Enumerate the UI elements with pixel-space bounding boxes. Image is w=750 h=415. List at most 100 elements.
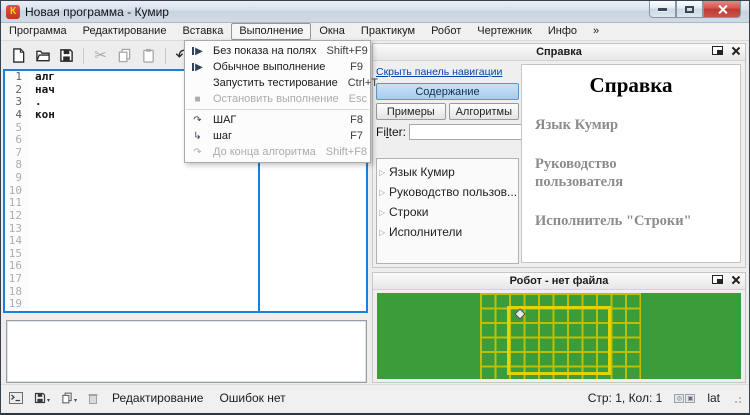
tree-item-4[interactable]: ▷Исполнители — [377, 222, 518, 242]
menu-item-shortcut: F7 — [340, 130, 363, 142]
open-file-icon — [35, 48, 51, 63]
tree-item-1[interactable]: ▷Язык Кумир — [377, 162, 518, 182]
app-window: К Новая программа - Кумир ПрограммаРедак… — [0, 0, 750, 415]
line-code — [29, 298, 35, 311]
help-topic-link-2[interactable]: Руководство пользователя — [535, 155, 695, 191]
menu-item-7[interactable]: Робот — [423, 23, 469, 40]
tree-item-3[interactable]: ▷Строки — [377, 202, 518, 222]
cut-icon: ✂ — [94, 48, 107, 63]
editor-line[interactable]: 19 — [5, 298, 366, 311]
paste-icon — [141, 48, 156, 63]
menu-item-1[interactable]: Программа — [1, 23, 75, 40]
line-number: 14 — [5, 235, 29, 248]
run-menu-item-3[interactable]: Запустить тестированиеCtrl+T — [185, 75, 370, 91]
title-bar[interactable]: К Новая программа - Кумир — [1, 1, 749, 23]
line-code — [29, 286, 35, 299]
close-icon — [717, 4, 728, 15]
errors-label: Ошибок нет — [219, 391, 285, 405]
new-file-button[interactable] — [8, 45, 29, 66]
chevron-right-icon[interactable]: ▷ — [379, 208, 389, 217]
editor-line[interactable]: 15 — [5, 248, 366, 261]
tree-item-label: Руководство пользов... — [389, 185, 517, 199]
menu-item-6[interactable]: Практикум — [353, 23, 423, 40]
chevron-right-icon[interactable]: ▷ — [379, 188, 389, 197]
help-topic-link-1[interactable]: Язык Кумир — [535, 116, 695, 134]
chevron-right-icon[interactable]: ▷ — [379, 168, 389, 177]
line-number: 3 — [5, 96, 29, 109]
copy-protocol-icon[interactable]: ▾ — [61, 392, 77, 404]
maximize-button[interactable] — [676, 1, 703, 18]
run-menu-item-1[interactable]: ▶Без показа на поляхShift+F9 — [185, 43, 370, 59]
line-code — [29, 122, 35, 135]
chevron-right-icon[interactable]: ▷ — [379, 228, 389, 237]
line-code — [29, 172, 35, 185]
help-topic-link-3[interactable]: Исполнитель "Строки" — [535, 212, 695, 230]
line-code — [29, 235, 35, 248]
run-menu-item-6[interactable]: ↳шагF7 — [185, 128, 370, 144]
mode-label: Редактирование — [112, 391, 203, 405]
robot-panel-titlebar[interactable]: Робот - нет файла — [373, 273, 745, 290]
minimize-button[interactable] — [649, 1, 676, 18]
help-content-heading: Справка — [522, 73, 740, 98]
menu-item-8[interactable]: Чертежник — [469, 23, 540, 40]
cut-button: ✂ — [90, 45, 111, 66]
keyboard-layout-icon[interactable]: ◎▣ — [674, 394, 695, 403]
clear-icon[interactable] — [88, 393, 98, 404]
editor-line[interactable]: 17 — [5, 273, 366, 286]
close-panel-icon[interactable] — [731, 275, 740, 284]
algorithms-button[interactable]: Алгоритмы — [449, 103, 519, 120]
menu-item-2[interactable]: Редактирование — [75, 23, 175, 40]
menu-item-shortcut: Ctrl+T — [338, 77, 378, 89]
editor-line[interactable]: 18 — [5, 286, 366, 299]
robot-field[interactable] — [377, 293, 741, 379]
help-content: Справка Язык Кумир Руководство пользовате… — [521, 64, 741, 263]
menu-item-3[interactable]: Вставка — [174, 23, 231, 40]
line-code: . — [29, 96, 42, 109]
editor-line[interactable]: 9 — [5, 172, 366, 185]
menu-item-4[interactable]: Выполнение — [231, 23, 311, 40]
save-file-button[interactable] — [56, 45, 77, 66]
app-icon: К — [6, 5, 20, 19]
float-window-icon[interactable] — [712, 275, 723, 284]
editor-line[interactable]: 13 — [5, 223, 366, 236]
tree-item-2[interactable]: ▷Руководство пользов... — [377, 182, 518, 202]
close-panel-icon[interactable] — [731, 46, 740, 55]
tree-item-label: Строки — [389, 205, 428, 219]
examples-button[interactable]: Примеры — [376, 103, 446, 120]
editor-line[interactable]: 12 — [5, 210, 366, 223]
editor-line[interactable]: 14 — [5, 235, 366, 248]
line-code — [29, 159, 35, 172]
help-content-links: Язык Кумир Руководство пользователя Исполн… — [535, 116, 740, 231]
help-panel-titlebar[interactable]: Справка — [373, 44, 745, 61]
copy-icon — [117, 48, 132, 63]
tree-item-label: Исполнители — [389, 225, 462, 239]
menu-bar: ПрограммаРедактированиеВставкаВыполнение… — [1, 23, 749, 41]
run-menu-item-4: ■Остановить выполнениеEsc — [185, 91, 370, 107]
maximize-icon — [685, 6, 694, 13]
status-bar: ▾ ▾ Редактирование Ошибок нет Стр: 1, Ко… — [1, 384, 749, 411]
save-protocol-icon[interactable]: ▾ — [34, 392, 50, 404]
editor-line[interactable]: 11 — [5, 197, 366, 210]
menu-item-5[interactable]: Окна — [311, 23, 353, 40]
line-code — [29, 223, 35, 236]
menu-item-10[interactable]: » — [585, 23, 607, 40]
menu-item-label: До конца алгоритма — [210, 146, 316, 158]
window-controls — [649, 1, 741, 18]
terminal-icon[interactable] — [9, 392, 23, 404]
menu-item-9[interactable]: Инфо — [540, 23, 585, 40]
hide-navigation-link[interactable]: Скрыть панель навигации — [376, 66, 519, 78]
menu-item-shortcut: Shift+F8 — [316, 146, 367, 158]
resize-grip[interactable] — [732, 394, 741, 403]
editor-line[interactable]: 16 — [5, 260, 366, 273]
open-file-button[interactable] — [32, 45, 53, 66]
editor-line[interactable]: 10 — [5, 185, 366, 198]
float-window-icon[interactable] — [712, 46, 723, 55]
io-console[interactable] — [6, 320, 367, 383]
run-menu-item-5[interactable]: ↷ШАГF8 — [185, 112, 370, 128]
line-number: 9 — [5, 172, 29, 185]
run-menu-item-2[interactable]: ▶Обычное выполнениеF9 — [185, 59, 370, 75]
contents-button[interactable]: Содержание — [376, 83, 519, 100]
menu-item-shortcut: F8 — [340, 114, 363, 126]
close-button[interactable] — [703, 1, 741, 18]
line-code — [29, 134, 35, 147]
